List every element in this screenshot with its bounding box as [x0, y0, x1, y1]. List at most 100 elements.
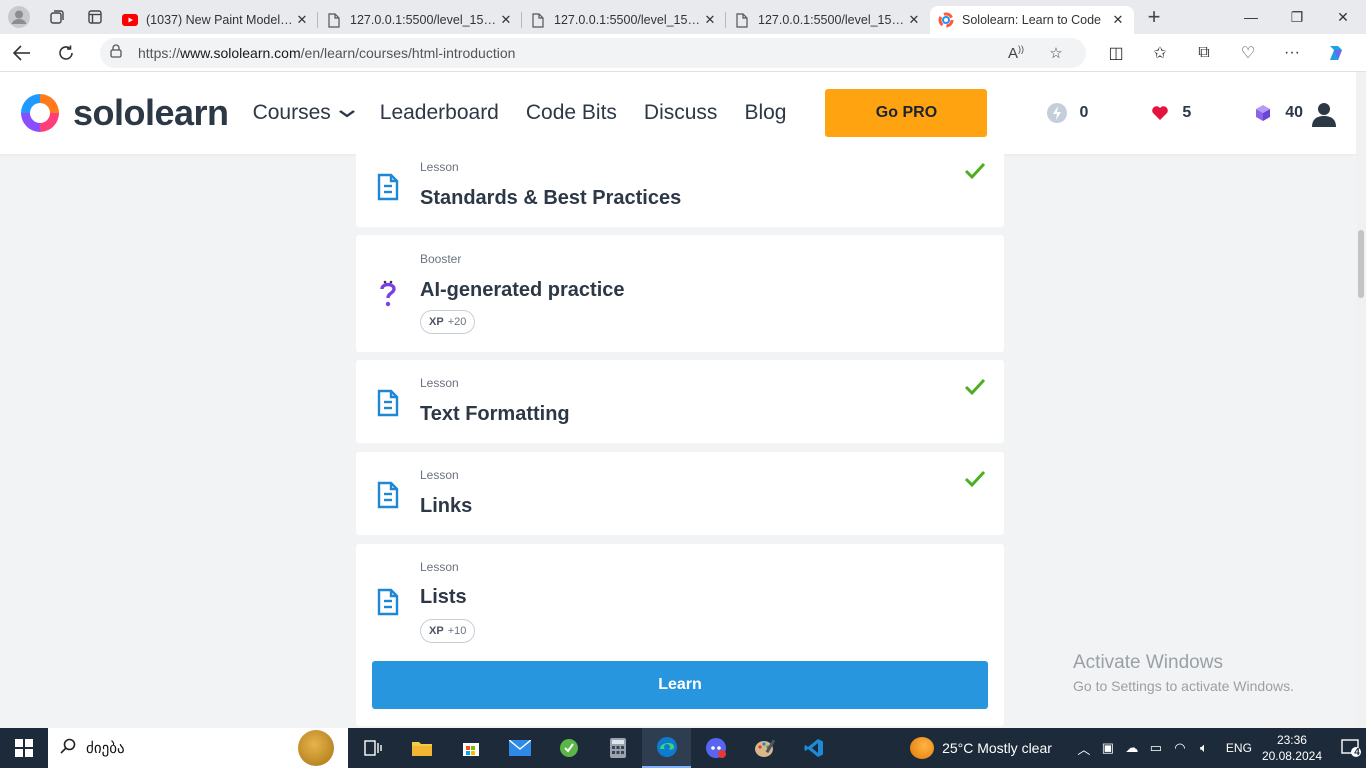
tab-title: 127.0.0.1:5500/level_15/hc [350, 13, 498, 27]
tab-title: 127.0.0.1:5500/level_15/cla [554, 13, 702, 27]
close-tab-icon[interactable]: ✕ [294, 12, 310, 28]
booster-card[interactable]: Booster AI-generated practice XP +20 [356, 235, 1004, 352]
close-tab-icon[interactable]: ✕ [702, 12, 718, 28]
tab-actions-icon[interactable] [76, 0, 114, 34]
browser-essentials-icon[interactable]: ♡ [1226, 34, 1270, 72]
refresh-icon[interactable] [44, 34, 88, 72]
lesson-type: Lesson [420, 376, 459, 390]
display-icon[interactable]: ▭ [1144, 740, 1168, 756]
search-placeholder: ძიება [86, 740, 125, 757]
workspaces-icon[interactable] [38, 0, 76, 34]
url-field[interactable]: https://www.sololearn.com/en/learn/cours… [100, 37, 1086, 68]
copilot-icon[interactable] [1314, 34, 1358, 72]
clock-time: 23:36 [1276, 733, 1307, 747]
weather-moon-icon [910, 737, 935, 759]
close-tab-icon[interactable]: ✕ [1110, 12, 1126, 28]
collections-icon[interactable]: ⧉ [1182, 34, 1226, 72]
browser-tab-active[interactable]: Sololearn: Learn to Code ✕ [930, 6, 1134, 34]
windows-start-icon[interactable] [0, 728, 48, 768]
nav-courses[interactable]: Courses [252, 101, 355, 125]
lesson-document-icon [377, 173, 399, 201]
nav-discuss[interactable]: Discuss [644, 101, 718, 125]
lesson-card[interactable]: Lesson Standards & Best Practices [356, 144, 1004, 227]
volume-icon[interactable]: 🔈︎ [1192, 740, 1216, 756]
favorites-icon[interactable]: ✩ [1138, 34, 1182, 72]
new-tab-button[interactable]: + [1134, 0, 1174, 34]
learn-button[interactable]: Learn [372, 661, 988, 709]
go-pro-button[interactable]: Go PRO [825, 89, 988, 137]
search-icon [60, 738, 76, 759]
back-icon[interactable] [0, 34, 44, 72]
close-window-icon[interactable]: ✕ [1320, 0, 1366, 34]
device-icon[interactable]: ▣ [1096, 740, 1120, 756]
wifi-icon[interactable]: ◠ [1168, 740, 1192, 756]
watermark-title: Activate Windows [1073, 652, 1223, 673]
minimize-icon[interactable]: — [1228, 0, 1274, 34]
lesson-document-icon [377, 481, 399, 509]
vscode-icon[interactable] [789, 728, 838, 768]
lesson-title: Text Formatting [420, 403, 570, 425]
task-view-icon[interactable] [348, 728, 397, 768]
split-screen-icon[interactable]: ◫ [1094, 34, 1138, 72]
taskbar-search[interactable]: ძიება [48, 728, 348, 768]
notifications-icon[interactable]: 4 [1336, 739, 1366, 758]
edge-browser-icon[interactable] [642, 728, 691, 768]
gems-stat[interactable]: 40 [1253, 103, 1303, 123]
address-bar-row: https://www.sololearn.com/en/learn/cours… [0, 34, 1366, 72]
sololearn-logo[interactable]: sololearn [19, 92, 229, 134]
xp-badge: XP +20 [420, 310, 476, 334]
onedrive-cloud-icon[interactable]: ☁ [1120, 740, 1144, 756]
favorite-star-icon[interactable]: ☆ [1036, 44, 1076, 62]
calculator-icon[interactable] [593, 728, 642, 768]
browser-tab[interactable]: 127.0.0.1:5500/level_15/cla ✕ [522, 6, 726, 34]
microsoft-store-icon[interactable] [446, 728, 495, 768]
tab-title: 127.0.0.1:5500/level_15/hc [758, 13, 906, 27]
more-options-icon[interactable]: ··· [1270, 34, 1314, 72]
browser-tab[interactable]: (1037) New Paint Model (E ✕ [114, 6, 318, 34]
nav-code-bits[interactable]: Code Bits [526, 101, 617, 125]
lock-icon[interactable] [110, 44, 138, 61]
user-avatar-icon[interactable] [1310, 100, 1338, 128]
lesson-title: Standards & Best Practices [420, 187, 682, 209]
lesson-card[interactable]: Lesson Text Formatting [356, 360, 1004, 443]
file-explorer-icon[interactable] [397, 728, 446, 768]
paint-icon[interactable] [740, 728, 789, 768]
watermark-subtitle: Go to Settings to activate Windows. [1073, 678, 1294, 694]
read-aloud-icon[interactable]: A)) [996, 44, 1036, 62]
youtube-icon [122, 12, 138, 28]
page-scrollbar[interactable] [1356, 72, 1366, 726]
streak-count: 0 [1079, 104, 1089, 121]
mail-icon[interactable] [495, 728, 544, 768]
greenshot-icon[interactable] [544, 728, 593, 768]
browser-tab[interactable]: 127.0.0.1:5500/level_15/hc ✕ [726, 6, 930, 34]
browser-tab[interactable]: 127.0.0.1:5500/level_15/hc ✕ [318, 6, 522, 34]
lesson-title: AI-generated practice [420, 279, 625, 301]
close-tab-icon[interactable]: ✕ [498, 12, 514, 28]
checkmark-icon [964, 470, 986, 488]
weather-widget[interactable]: 25°C Mostly clear [910, 737, 1052, 759]
nav-blog[interactable]: Blog [744, 101, 786, 125]
hearts-stat[interactable]: 5 [1150, 103, 1191, 123]
chevron-up-icon[interactable]: ︿ [1072, 739, 1096, 758]
lesson-card[interactable]: Lesson Links [356, 452, 1004, 535]
nav-courses-label: Courses [252, 101, 331, 124]
language-indicator[interactable]: ENG [1226, 741, 1252, 755]
hearts-count: 5 [1182, 104, 1192, 121]
page-icon [530, 12, 546, 28]
checkmark-icon [964, 378, 986, 396]
restore-icon[interactable]: ❐ [1274, 0, 1320, 34]
discord-icon[interactable] [691, 728, 740, 768]
nav-leaderboard[interactable]: Leaderboard [380, 101, 499, 125]
streak-stat[interactable]: 0 [1047, 103, 1088, 123]
lesson-type: Lesson [420, 468, 459, 482]
page-icon [326, 12, 342, 28]
lesson-type: Lesson [420, 160, 459, 174]
url-text: https://www.sololearn.com/en/learn/cours… [138, 44, 516, 61]
weather-text: 25°C Mostly clear [942, 740, 1052, 756]
clock[interactable]: 23:36 20.08.2024 [1262, 732, 1322, 764]
close-tab-icon[interactable]: ✕ [906, 12, 922, 28]
sololearn-logo-icon [21, 94, 59, 132]
profile-icon[interactable] [0, 0, 38, 34]
scrollbar-thumb[interactable] [1358, 230, 1364, 298]
chevron-down-icon [338, 105, 355, 121]
